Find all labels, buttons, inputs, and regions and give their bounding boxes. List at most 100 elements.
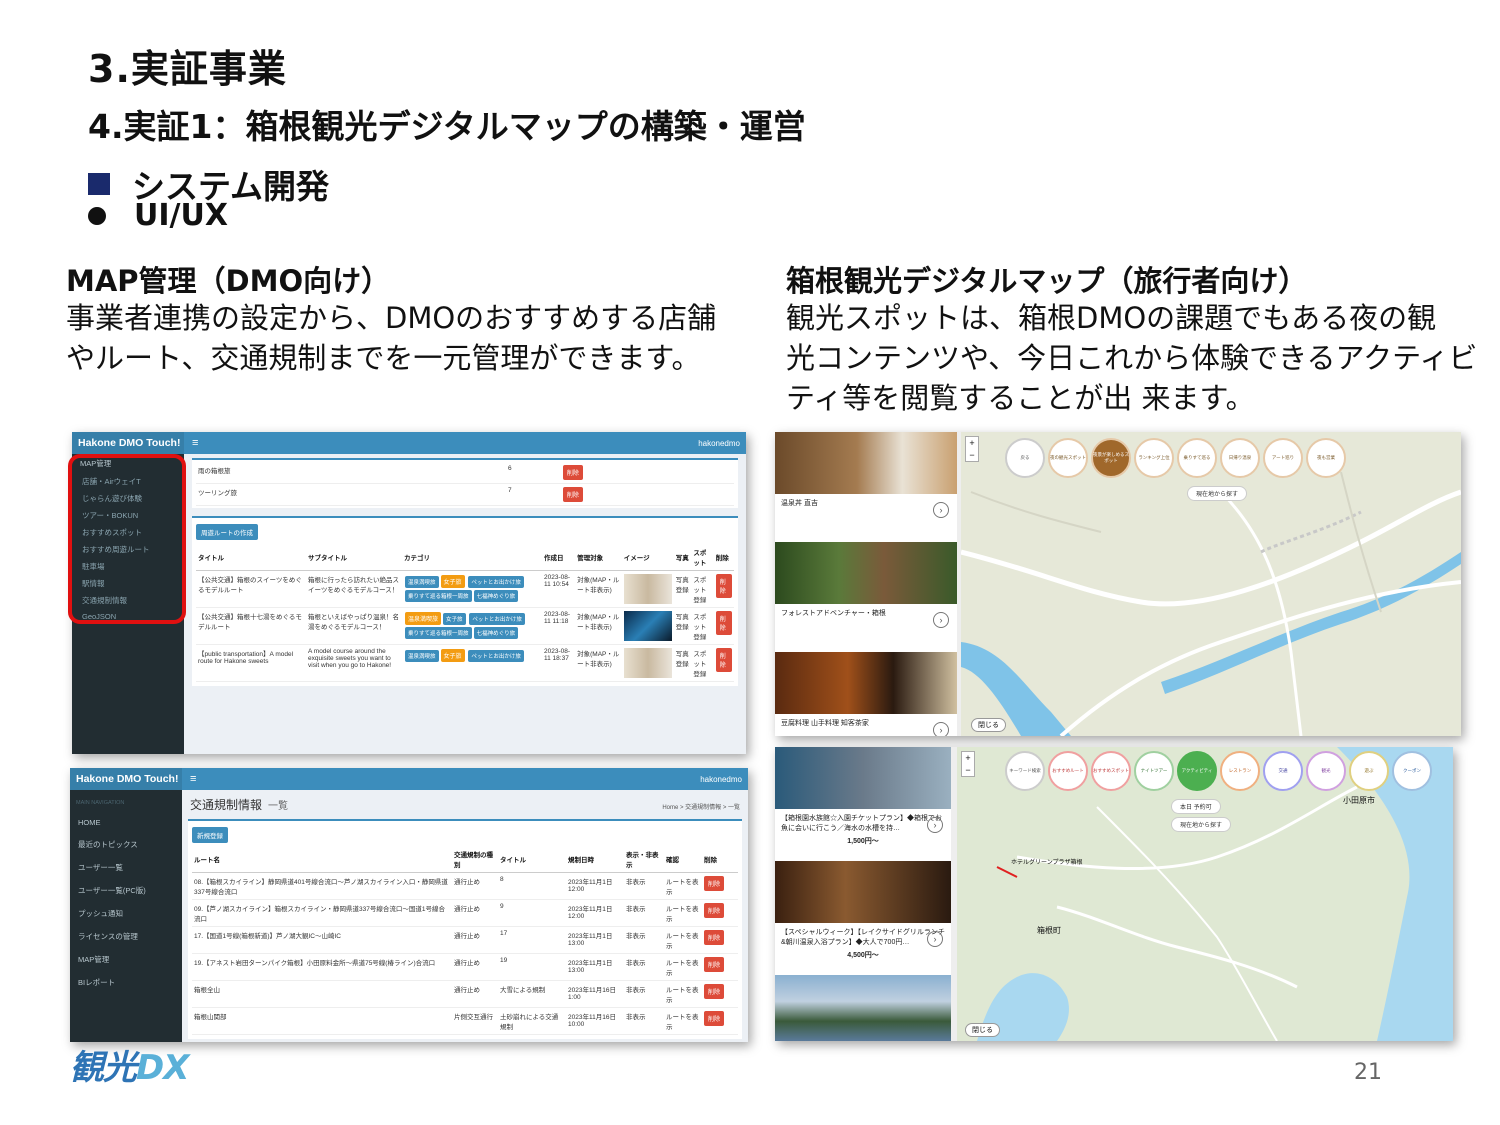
admin-brand[interactable]: Hakone DMO Touch! — [70, 768, 182, 790]
category-button[interactable]: クーポン — [1392, 751, 1432, 791]
list-item[interactable]: 豆腐料理 山手料理 知客茶家 › — [775, 714, 957, 736]
show-route-link[interactable]: ルートを表示 — [664, 899, 702, 927]
user-name[interactable]: hakonedmo — [698, 439, 740, 448]
locate-button[interactable]: 現在地から探す — [1187, 486, 1248, 501]
map-canvas[interactable]: + − 戻る 夜の観光スポット 夜景が楽しめるスポット ランキング上位 乗りすて巡… — [960, 432, 1461, 736]
category-button[interactable]: 観光 — [1306, 751, 1346, 791]
show-route-link[interactable]: ルートを表示 — [664, 953, 702, 981]
route-title[interactable]: 【公共交通】箱根十七湯をめぐるモデルルート — [196, 607, 306, 645]
admin-brand[interactable]: Hakone DMO Touch! — [72, 432, 184, 454]
menu-icon[interactable]: ≡ — [190, 773, 196, 785]
sidebar-item-map[interactable]: MAP管理 — [70, 948, 182, 971]
delete-button[interactable]: 削除 — [704, 1011, 725, 1026]
list-item[interactable]: フォレストアドベンチャー・箱根 › — [775, 604, 957, 652]
category-button[interactable]: アクティビティ — [1177, 751, 1217, 791]
tag[interactable]: 七福神めぐり旅 — [473, 627, 519, 639]
date-filter[interactable]: 本日 予約可 — [1171, 799, 1221, 814]
route-title[interactable]: 【公共交通】箱根のスイーツをめぐるモデルルート — [196, 570, 306, 608]
route-name[interactable]: 箱根山関部 — [192, 1007, 452, 1035]
delete-button[interactable]: 削除 — [704, 930, 725, 945]
photo-link[interactable]: 写真登録 — [673, 570, 692, 608]
tag[interactable]: 乗りすて巡る箱根一周旅 — [405, 627, 472, 639]
route-title[interactable]: 【public transportation】A model route for… — [196, 644, 306, 682]
spot-link[interactable]: スポット登録 — [691, 570, 714, 608]
delete-button[interactable]: 削除 — [704, 876, 725, 891]
zoom-control[interactable]: + − — [961, 751, 975, 777]
delete-button[interactable]: 削除 — [562, 487, 583, 502]
category-button[interactable]: 乗りすて巡る — [1177, 438, 1217, 478]
sidebar-item-users-pc[interactable]: ユーザー一覧(PC版) — [70, 879, 182, 902]
category-button[interactable]: ナイトツアー — [1134, 751, 1174, 791]
tag[interactable]: 女子旅 — [443, 613, 466, 625]
show-route-link[interactable]: ルートを表示 — [664, 926, 702, 954]
tag[interactable]: 温泉満喫旅 — [405, 650, 439, 662]
category-button[interactable]: レストラン — [1220, 751, 1260, 791]
tag[interactable]: 温泉満喫旅 — [405, 576, 439, 588]
breadcrumb[interactable]: Home > 交通規制情報 > 一覧 — [662, 802, 740, 811]
locate-button[interactable]: 現在地から探す — [1171, 817, 1232, 832]
route-name[interactable]: 08.【箱根スカイライン】静岡県道401号線合流口〜芦ノ湖スカイライン入口・静岡… — [192, 872, 452, 900]
route-name[interactable]: ツーリング旅 — [196, 483, 506, 506]
create-route-button[interactable]: 周遊ルートの作成 — [196, 524, 258, 540]
spot-link[interactable]: スポット登録 — [691, 644, 714, 682]
sidebar-item-push[interactable]: プッシュ通知 — [70, 902, 182, 925]
category-button[interactable]: おすすめスポット — [1091, 751, 1131, 791]
sidebar-item-topics[interactable]: 最近のトピックス — [70, 833, 182, 856]
category-button[interactable]: ランキング上位 — [1134, 438, 1174, 478]
sidebar-item-home[interactable]: HOME — [70, 812, 182, 833]
route-name[interactable]: 19.【アネスト岩田ターンパイク箱根】小田原料金所〜県道75号線(椿ライン)合流… — [192, 953, 452, 981]
delete-button[interactable]: 削除 — [715, 574, 732, 598]
spot-link[interactable]: スポット登録 — [691, 607, 714, 645]
chevron-right-icon[interactable]: › — [927, 931, 943, 947]
tag[interactable]: 七福神めぐり旅 — [473, 590, 519, 602]
tag[interactable]: ペットとお出かけ旅 — [469, 613, 525, 625]
route-name[interactable]: 雨の箱根旅 — [196, 462, 506, 484]
delete-button[interactable]: 削除 — [715, 611, 732, 635]
show-route-link[interactable]: ルートを表示 — [664, 872, 702, 900]
tag[interactable]: ペットとお出かけ旅 — [468, 650, 524, 662]
category-button[interactable]: 交通 — [1263, 751, 1303, 791]
back-button[interactable]: 戻る — [1005, 438, 1045, 478]
tag[interactable]: 温泉満喫旅 — [405, 612, 442, 625]
close-button[interactable]: 閉じる — [965, 1023, 1000, 1037]
category-button[interactable]: アート巡り — [1263, 438, 1303, 478]
tag[interactable]: ペットとお出かけ旅 — [468, 576, 524, 588]
list-item[interactable]: 【スペシャルウィーク】【レイクサイドグリルランチ&朝川温泉入浴プラン】◆大人で7… — [775, 923, 951, 975]
sidebar-item-users[interactable]: ユーザー一覧 — [70, 856, 182, 879]
delete-button[interactable]: 削除 — [715, 648, 732, 672]
zoom-control[interactable]: + − — [965, 436, 979, 462]
tag[interactable]: 女子旅 — [440, 575, 465, 588]
delete-button[interactable]: 削除 — [704, 957, 725, 972]
chevron-right-icon[interactable]: › — [927, 817, 943, 833]
sidebar-item-license[interactable]: ライセンスの管理 — [70, 925, 182, 948]
search-button[interactable]: キーワード検索 — [1005, 751, 1045, 791]
user-name[interactable]: hakonedmo — [700, 775, 742, 784]
category-button[interactable]: 日帰り温泉 — [1220, 438, 1260, 478]
list-item[interactable]: 【箱根園水族館☆入園チケットプラン】◆箱根でお魚に会いに行こう／海水の水槽を持…… — [775, 809, 951, 861]
chevron-right-icon[interactable]: › — [933, 612, 949, 628]
chevron-right-icon[interactable]: › — [933, 502, 949, 518]
tag[interactable]: 女子旅 — [440, 649, 465, 662]
map-canvas[interactable]: + − キーワード検索 おすすめルート おすすめスポット ナイトツアー アクティビ… — [957, 747, 1453, 1041]
tag[interactable]: 乗りすて巡る箱根一周旅 — [405, 590, 472, 602]
photo-link[interactable]: 写真登録 — [673, 644, 692, 682]
list-item[interactable]: 温泉丼 直吉 › — [775, 494, 957, 542]
route-name[interactable]: 箱根全山 — [192, 980, 452, 1008]
category-button[interactable]: 遊ぶ — [1349, 751, 1389, 791]
category-button[interactable]: 夜の観光スポット — [1048, 438, 1088, 478]
delete-button[interactable]: 削除 — [704, 903, 725, 918]
new-register-button[interactable]: 新規登録 — [192, 827, 228, 843]
sidebar-item-bi[interactable]: BIレポート — [70, 971, 182, 994]
category-button[interactable]: 夜も営業 — [1306, 438, 1346, 478]
close-button[interactable]: 閉じる — [971, 718, 1006, 732]
route-name[interactable]: 09.【芦ノ湖スカイライン】箱根スカイライン・静岡県道337号線合流口〜国道1号… — [192, 899, 452, 927]
delete-button[interactable]: 削除 — [562, 465, 583, 480]
menu-icon[interactable]: ≡ — [192, 437, 198, 449]
category-button[interactable]: おすすめルート — [1048, 751, 1088, 791]
route-name[interactable]: 17.【国道1号線(箱根新道)】芦ノ湖大観IC〜山崎IC — [192, 926, 452, 954]
photo-link[interactable]: 写真登録 — [673, 607, 692, 645]
delete-button[interactable]: 削除 — [704, 984, 725, 999]
category-button[interactable]: 夜景が楽しめるスポット — [1091, 438, 1131, 478]
show-route-link[interactable]: ルートを表示 — [664, 1007, 702, 1035]
show-route-link[interactable]: ルートを表示 — [664, 980, 702, 1008]
